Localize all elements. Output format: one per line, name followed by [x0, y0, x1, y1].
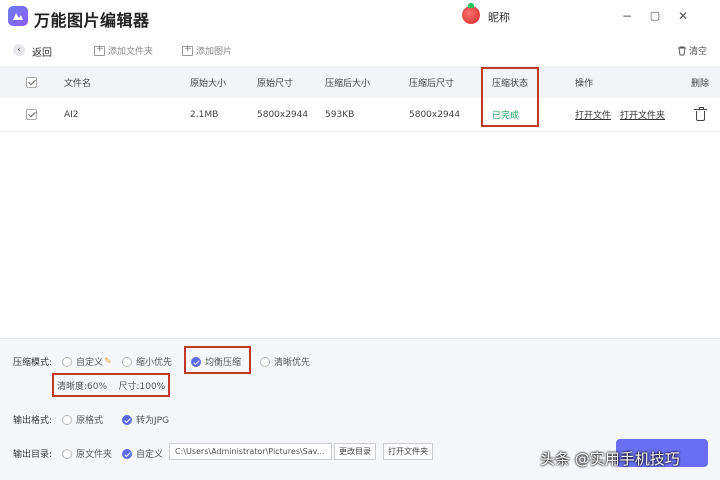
- toolbar: ‹ 返回 添加文件夹 添加图片 清空: [0, 34, 720, 66]
- format-original-label: 原格式: [76, 416, 104, 426]
- col-file-name[interactable]: 文件名: [64, 66, 91, 98]
- change-dir-button[interactable]: 更改目录: [334, 443, 376, 460]
- pencil-icon: ✎: [104, 356, 112, 367]
- title-bar: 万能图片编辑器 昵称 − ▢ ✕: [0, 0, 720, 34]
- col-original-dimensions[interactable]: 原始尺寸: [257, 66, 293, 98]
- output-dir-label: 输出目录:: [13, 450, 53, 460]
- status-highlight-box: [481, 67, 539, 127]
- format-original-radio[interactable]: 原格式: [62, 413, 103, 426]
- compressed-size: 593KB: [325, 109, 355, 120]
- select-all-checkbox[interactable]: [26, 66, 37, 98]
- col-actions: 操作: [575, 78, 594, 89]
- add-image-icon: [182, 44, 193, 56]
- back-button[interactable]: 返回: [32, 44, 52, 59]
- clear-button[interactable]: 清空: [677, 44, 707, 57]
- clear-label: 清空: [689, 47, 708, 57]
- mode-custom-label: 自定义: [76, 358, 104, 368]
- mode-custom-radio[interactable]: 自定义 ✎: [62, 355, 112, 368]
- table-header: 文件名 原始大小 原始尺寸 压缩后大小 压缩后尺寸 压缩状态 操作 删除: [0, 66, 720, 98]
- compress-mode-label: 压缩模式:: [13, 358, 53, 368]
- add-folder-button[interactable]: 添加文件夹: [94, 44, 153, 57]
- add-folder-label: 添加文件夹: [108, 47, 154, 57]
- dir-custom-label: 自定义: [136, 450, 164, 460]
- quality-highlight-box: [52, 373, 170, 397]
- watermark: 头条 @实用手机技巧: [540, 450, 680, 468]
- restore-button[interactable]: ▢: [648, 9, 662, 23]
- nickname[interactable]: 昵称: [488, 9, 510, 25]
- original-size: 2.1MB: [190, 109, 219, 120]
- close-button[interactable]: ✕: [676, 9, 690, 23]
- add-folder-icon: [94, 44, 105, 56]
- trash-icon: [694, 106, 707, 121]
- add-image-button[interactable]: 添加图片: [182, 44, 232, 57]
- mode-highlight-box: [184, 346, 251, 374]
- avatar[interactable]: [462, 3, 480, 24]
- output-format-label: 输出格式:: [13, 416, 53, 426]
- mode-smaller-radio[interactable]: 缩小优先: [122, 355, 172, 368]
- row-checkbox[interactable]: [26, 98, 37, 131]
- col-delete: 删除: [691, 78, 710, 89]
- original-dimensions: 5800x2944: [257, 109, 309, 120]
- open-folder-link[interactable]: 打开文件夹: [620, 98, 665, 131]
- back-icon[interactable]: ‹: [13, 44, 25, 56]
- app-logo-icon: [8, 6, 28, 26]
- app-title: 万能图片编辑器: [34, 11, 150, 30]
- output-path-field[interactable]: C:\Users\Administrator\Pictures\Sav...: [169, 443, 332, 460]
- col-compressed-dimensions[interactable]: 压缩后尺寸: [409, 66, 454, 98]
- dir-original-label: 原文件夹: [76, 450, 113, 460]
- open-output-folder-button[interactable]: 打开文件夹: [383, 443, 433, 460]
- mode-clarity-radio[interactable]: 清晰优先: [260, 355, 310, 368]
- dir-custom-radio[interactable]: 自定义: [122, 447, 163, 460]
- add-image-label: 添加图片: [196, 47, 233, 57]
- mode-clarity-label: 清晰优先: [274, 358, 311, 368]
- mode-smaller-label: 缩小优先: [136, 358, 173, 368]
- col-original-size[interactable]: 原始大小: [190, 66, 226, 98]
- format-jpg-radio[interactable]: 转为JPG: [122, 413, 169, 426]
- minimize-button[interactable]: −: [620, 9, 634, 23]
- dir-original-radio[interactable]: 原文件夹: [62, 447, 112, 460]
- table-row[interactable]: AI2 2.1MB 5800x2944 593KB 5800x2944 已完成 …: [0, 98, 720, 132]
- trash-icon: [678, 46, 686, 55]
- delete-row-button[interactable]: [694, 98, 707, 131]
- open-file-link[interactable]: 打开文件: [575, 98, 611, 131]
- file-name: AI2: [64, 109, 79, 120]
- compressed-dimensions: 5800x2944: [409, 109, 461, 120]
- col-compressed-size[interactable]: 压缩后大小: [325, 66, 370, 98]
- format-jpg-label: 转为JPG: [136, 416, 170, 426]
